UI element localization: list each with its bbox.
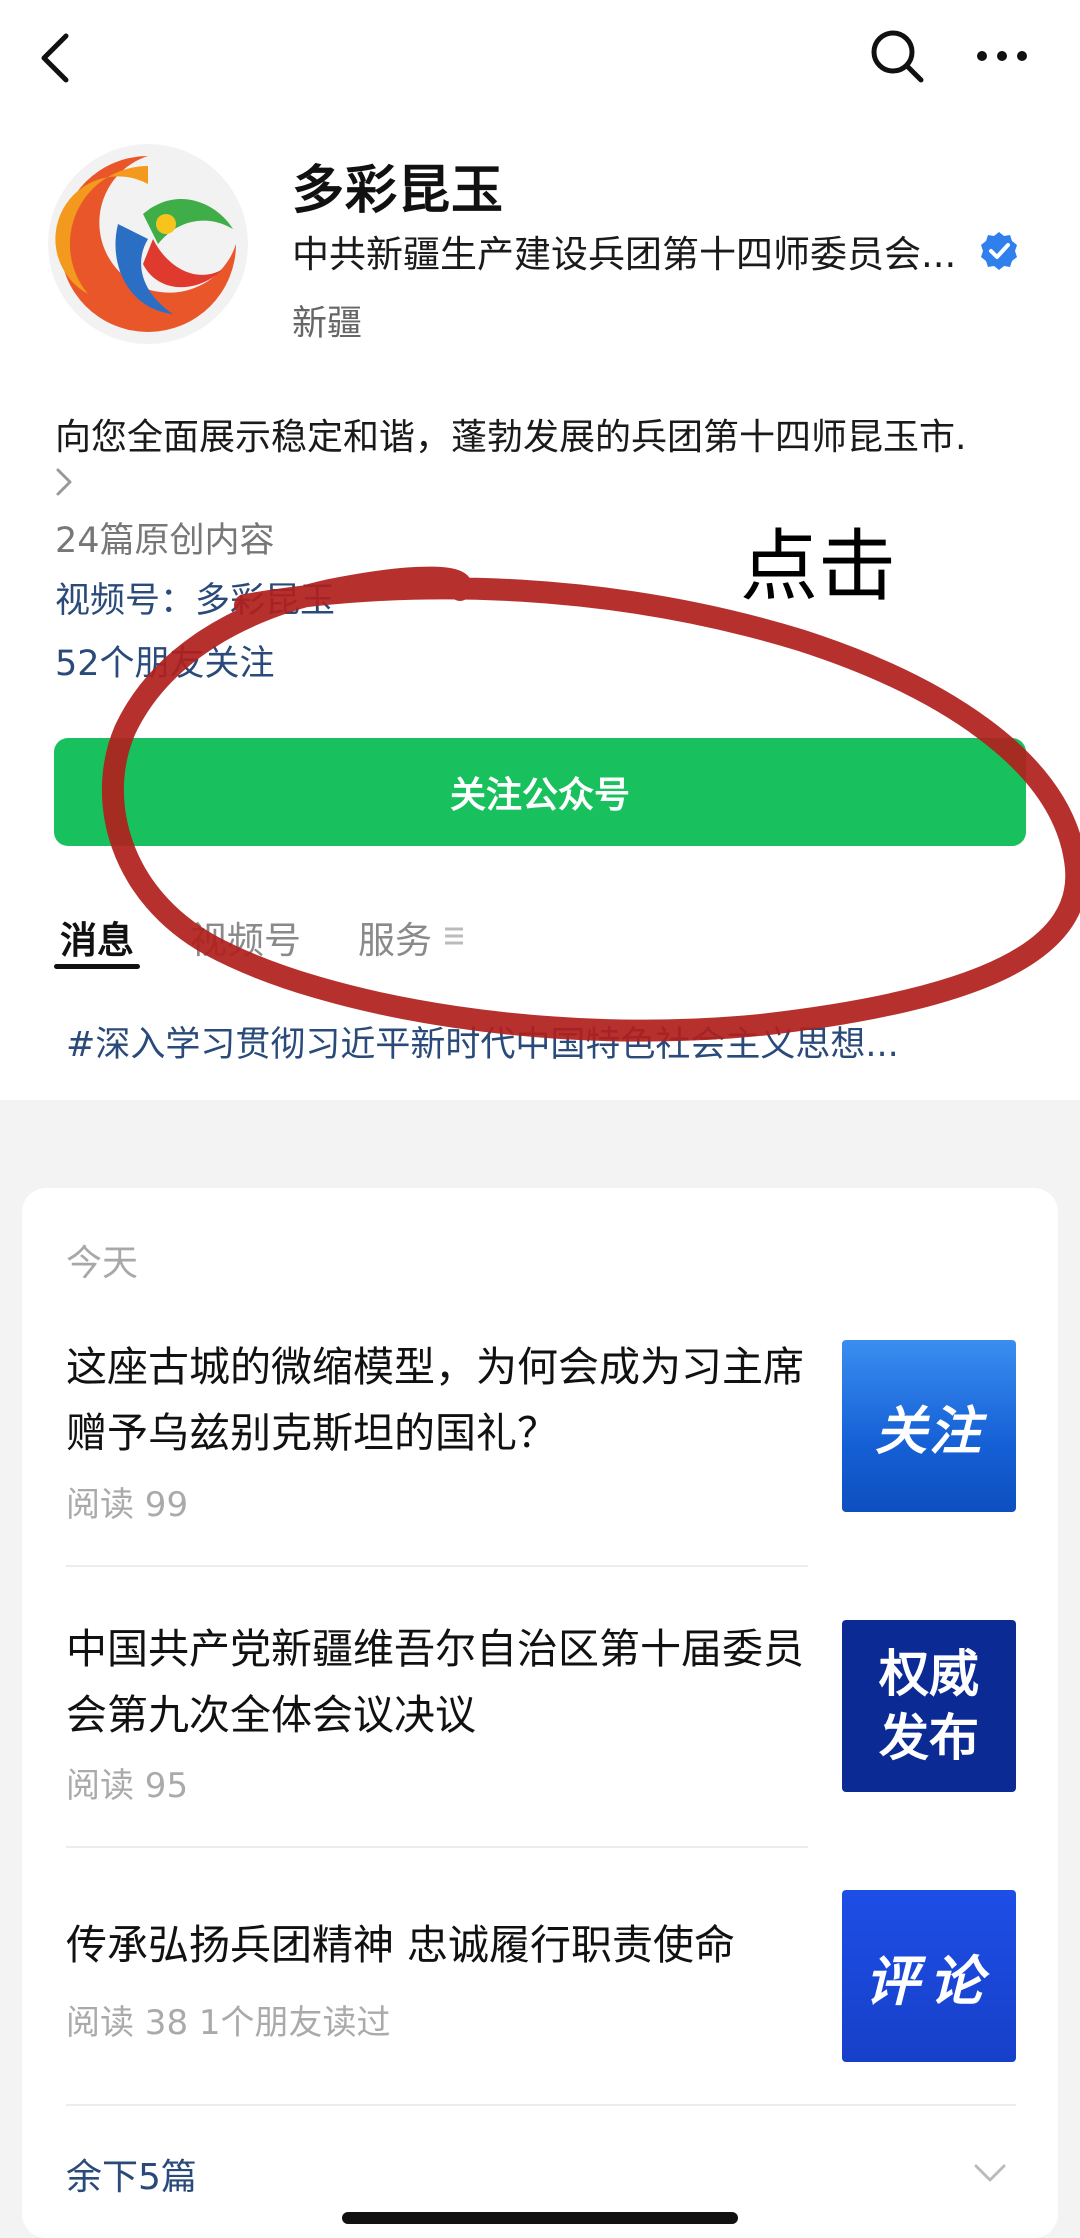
tab-services[interactable]: 服务 (358, 910, 432, 964)
thumbnail-text: 关注 (874, 1401, 983, 1462)
divider (66, 1846, 808, 1848)
verified-icon (981, 232, 1018, 270)
thumbnail-text: 评论 (865, 1949, 993, 2013)
friends-following-link[interactable]: 52个朋友关注 (55, 635, 275, 686)
more-articles-link[interactable]: 余下5篇 (66, 2148, 197, 2200)
more-icon[interactable] (970, 24, 1034, 88)
tab-messages[interactable]: 消息 (60, 910, 134, 964)
date-label: 今天 (66, 1243, 139, 1284)
search-icon[interactable] (865, 24, 929, 88)
account-description: 向您全面展示稳定和谐，蓬勃发展的兵团第十四师昆玉市. (55, 417, 967, 458)
owner-row[interactable]: 中共新疆生产建设兵团第十四师委员会... (292, 224, 1020, 278)
article-meta: 阅读 38 1个朋友读过 (66, 2003, 391, 2043)
owner-name: 中共新疆生产建设兵团第十四师委员会... (292, 233, 957, 276)
original-count: 24篇原创内容 (55, 521, 275, 561)
chevron-down-icon[interactable] (970, 2160, 1010, 2188)
divider (66, 2104, 1016, 2106)
home-indicator[interactable] (342, 2212, 738, 2224)
tab-channels[interactable]: 视频号 (190, 910, 301, 964)
article-title[interactable]: 这座古城的微缩模型，为何会成为习主席赠予乌兹别克斯坦的国礼？ (66, 1334, 816, 1466)
follow-button[interactable]: 关注公众号 (54, 738, 1026, 846)
topic-tag[interactable]: #深入学习贯彻习近平新时代中国特色社会主义思想... (66, 1016, 899, 1067)
avatar[interactable] (48, 144, 248, 344)
article-meta: 阅读 99 (66, 1485, 189, 1525)
channels-link[interactable]: 视频号：多彩昆玉 (55, 572, 335, 623)
account-name: 多彩昆玉 (292, 161, 505, 221)
article-thumbnail[interactable]: 关注 (842, 1340, 1016, 1512)
click-annotation-label: 点击 (740, 522, 897, 612)
thumbnail-text: 权威发布 (879, 1645, 979, 1767)
article-title[interactable]: 传承弘扬兵团精神 忠诚履行职责使命 (66, 1912, 816, 1978)
back-icon[interactable] (30, 28, 90, 88)
tab-active-indicator (54, 964, 140, 969)
chevron-right-icon[interactable] (50, 462, 78, 502)
article-meta: 阅读 95 (66, 1766, 189, 1806)
article-title[interactable]: 中国共产党新疆维吾尔自治区第十届委员会第九次全体会议决议 (66, 1616, 816, 1748)
article-thumbnail[interactable]: 权威发布 (842, 1620, 1016, 1792)
article-thumbnail[interactable]: 评论 (842, 1890, 1016, 2062)
divider (66, 1565, 808, 1567)
region-label: 新疆 (292, 304, 363, 344)
menu-lines-icon[interactable] (442, 924, 466, 948)
account-logo (48, 144, 248, 344)
